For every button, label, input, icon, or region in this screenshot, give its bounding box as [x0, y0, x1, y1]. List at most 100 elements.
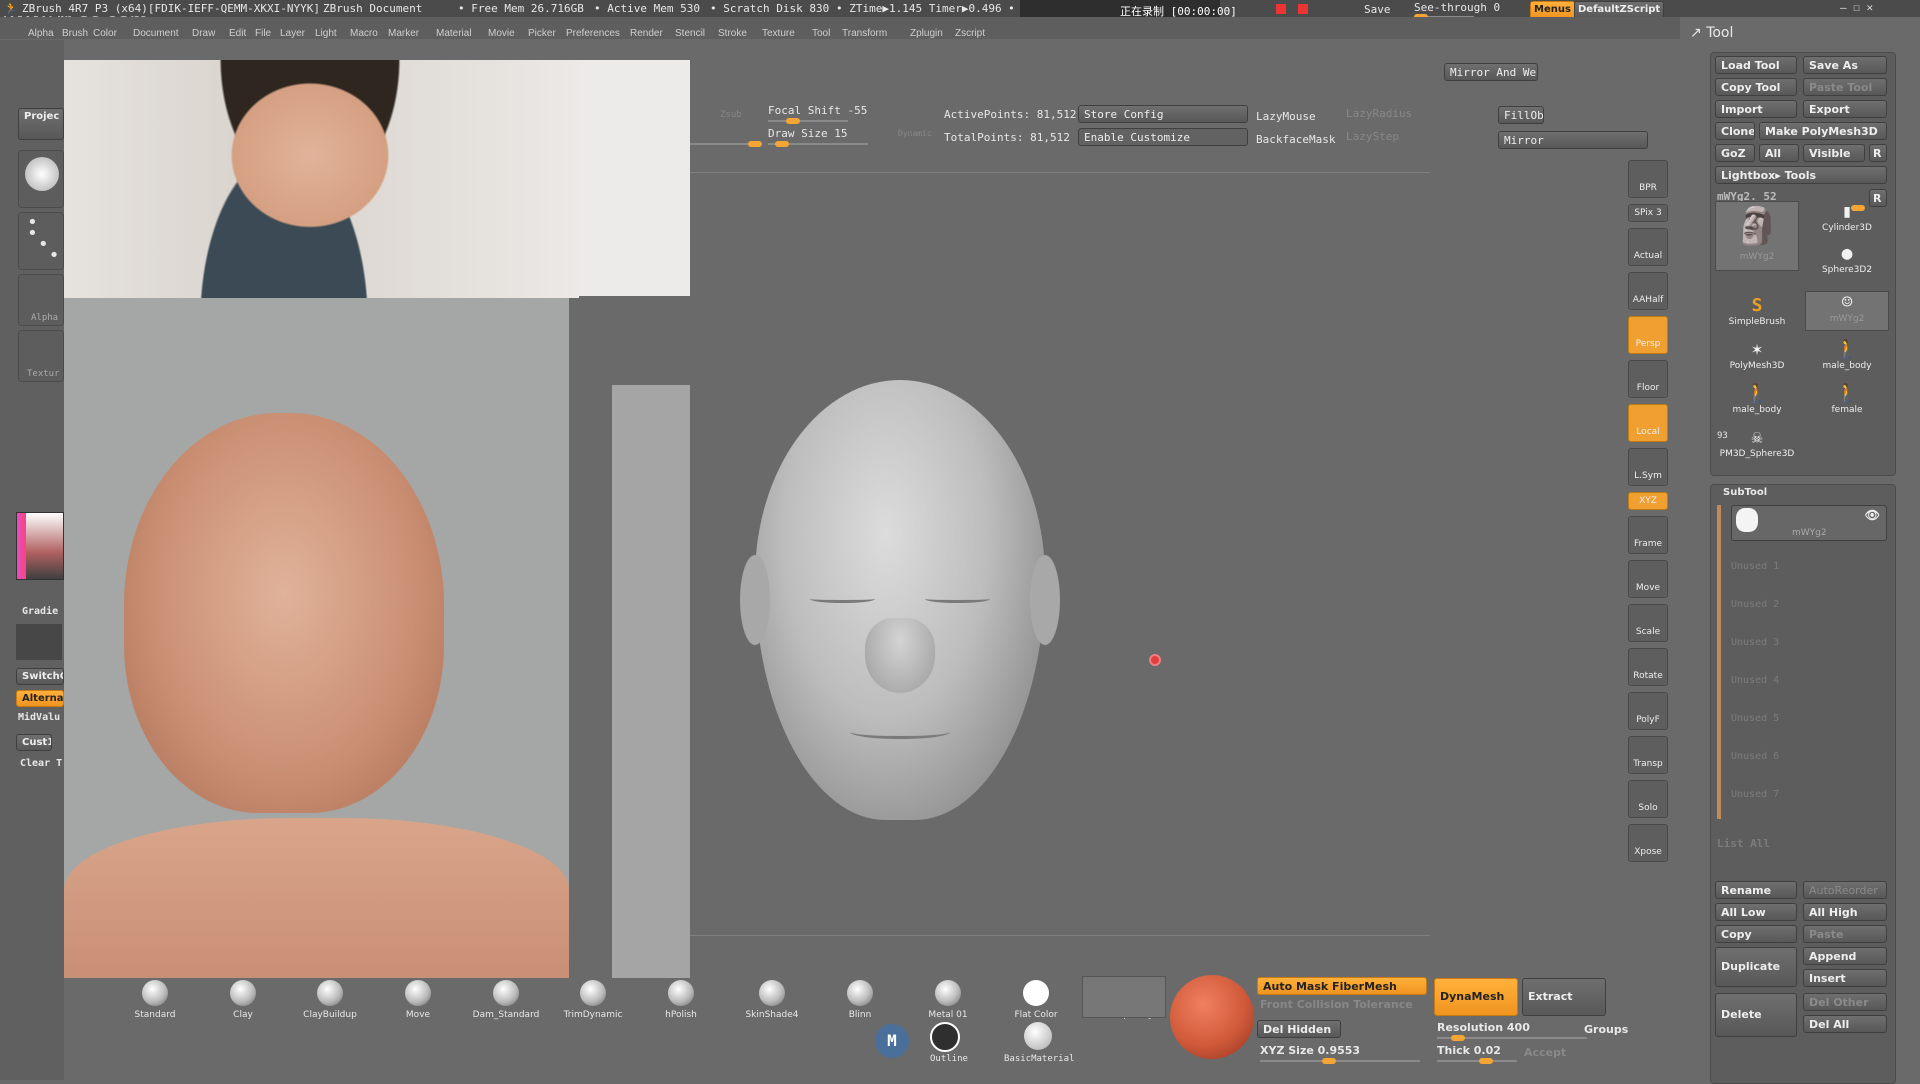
- auto-mask-fibermesh-button[interactable]: Auto Mask FiberMesh: [1257, 977, 1427, 995]
- tool-thumb-female[interactable]: 🚶 female: [1805, 383, 1889, 423]
- load-tool-button[interactable]: Load Tool: [1715, 56, 1797, 74]
- material-metal-01[interactable]: Metal 01: [908, 980, 988, 1020]
- see-through-slider[interactable]: See-through 0: [1414, 1, 1500, 14]
- outline-color-swatch[interactable]: [930, 1022, 960, 1052]
- xyz-size-knob[interactable]: [1322, 1058, 1336, 1064]
- projection-master-button[interactable]: Projec Maste: [18, 108, 64, 140]
- shelf-floor[interactable]: Floor: [1628, 360, 1668, 398]
- switch-color-button[interactable]: SwitchC: [16, 668, 64, 685]
- del-all-button[interactable]: Del All: [1803, 1015, 1887, 1033]
- auto-reorder-button[interactable]: AutoReorder: [1803, 881, 1887, 899]
- shelf-solo[interactable]: Solo: [1628, 780, 1668, 818]
- sculpt-head-model[interactable]: [740, 380, 1060, 840]
- shelf-scale[interactable]: Scale: [1628, 604, 1668, 642]
- focal-shift-knob[interactable]: [786, 118, 800, 124]
- fill-object-button[interactable]: FillObject: [1498, 106, 1544, 124]
- paste-tool-button[interactable]: Paste Tool: [1803, 78, 1887, 96]
- menu-edit[interactable]: Edit: [229, 28, 246, 39]
- menu-alpha[interactable]: Alpha: [28, 28, 54, 39]
- menu-tool[interactable]: Tool: [812, 28, 830, 39]
- del-other-button[interactable]: Del Other: [1803, 993, 1887, 1011]
- shelf-xyz[interactable]: XYZ: [1628, 492, 1668, 510]
- goz-button[interactable]: GoZ: [1715, 144, 1755, 162]
- duplicate-button[interactable]: Duplicate: [1715, 947, 1797, 987]
- menu-stencil[interactable]: Stencil: [675, 28, 705, 39]
- clone-button[interactable]: Clone: [1715, 122, 1755, 140]
- shelf-move[interactable]: Move: [1628, 560, 1668, 598]
- menu-color[interactable]: Color: [93, 28, 117, 39]
- color-picker[interactable]: [16, 512, 64, 580]
- subtool-slot[interactable]: Unused 5: [1731, 713, 1779, 724]
- menu-render[interactable]: Render: [630, 28, 663, 39]
- accept-button[interactable]: Accept: [1524, 1046, 1566, 1059]
- lightbox-tools-button[interactable]: Lightbox▸ Tools: [1715, 166, 1887, 184]
- menu-brush[interactable]: Brush: [62, 28, 88, 39]
- subtool-item-active[interactable]: 👁 mWYg2: [1731, 505, 1887, 541]
- secondary-color-swatch[interactable]: [16, 624, 62, 660]
- menu-transform[interactable]: Transform: [842, 28, 887, 39]
- alternate-button[interactable]: Alterna: [16, 690, 64, 707]
- cust1-button[interactable]: Cust1: [16, 734, 52, 751]
- brush-claybuildup[interactable]: ClayBuildup: [290, 980, 370, 1020]
- goz-r-button[interactable]: R: [1869, 144, 1887, 162]
- focal-shift-slider[interactable]: Focal Shift -55: [768, 104, 867, 117]
- subtool-slot[interactable]: Unused 3: [1731, 637, 1779, 648]
- thick-slider[interactable]: Thick 0.02: [1437, 1044, 1501, 1057]
- export-button[interactable]: Export: [1803, 100, 1887, 118]
- shelf-polyf[interactable]: PolyF: [1628, 692, 1668, 730]
- insert-button[interactable]: Insert: [1803, 969, 1887, 987]
- brush-dam_standard[interactable]: Dam_Standard: [466, 980, 546, 1020]
- midvalue-slider[interactable]: MidValu: [18, 712, 60, 723]
- draw-size-slider[interactable]: Draw Size 15: [768, 127, 847, 140]
- basic-material-icon[interactable]: [1024, 1022, 1052, 1050]
- subtool-slot[interactable]: Unused 6: [1731, 751, 1779, 762]
- del-hidden-button[interactable]: Del Hidden: [1257, 1020, 1341, 1038]
- menu-file[interactable]: File: [255, 28, 271, 39]
- rename-button[interactable]: Rename: [1715, 881, 1797, 899]
- menu-stroke[interactable]: Stroke: [718, 28, 747, 39]
- brush-hpolish[interactable]: hPolish: [641, 980, 721, 1020]
- copy-subtool-button[interactable]: Copy: [1715, 925, 1797, 943]
- menu-document[interactable]: Document: [133, 28, 179, 39]
- brush-selector[interactable]: [18, 150, 64, 208]
- tool-thumb-male_body[interactable]: 🚶 male_body: [1805, 339, 1889, 379]
- goz-all-button[interactable]: All: [1759, 144, 1799, 162]
- shelf-xpose[interactable]: Xpose: [1628, 824, 1668, 862]
- visibility-eye-icon[interactable]: 👁: [1865, 508, 1880, 522]
- tool-thumb-simplebrush[interactable]: S SimpleBrush: [1715, 295, 1799, 335]
- main-color-sphere[interactable]: [1170, 975, 1254, 1059]
- menu-marker[interactable]: Marker: [388, 28, 419, 39]
- append-button[interactable]: Append: [1803, 947, 1887, 965]
- tool-thumb-mwyg2[interactable]: 🗿 mWYg2: [1715, 201, 1799, 271]
- resolution-slider[interactable]: Resolution 400: [1437, 1021, 1530, 1034]
- menu-layer[interactable]: Layer: [280, 28, 305, 39]
- mirror-and-weld-button[interactable]: Mirror And Weld: [1444, 63, 1538, 81]
- dynamic-button[interactable]: Dynamic: [898, 129, 932, 138]
- material-flat-color[interactable]: Flat Color: [996, 980, 1076, 1020]
- import-button[interactable]: Import: [1715, 100, 1797, 118]
- copy-tool-button[interactable]: Copy Tool: [1715, 78, 1797, 96]
- stop-record-icon[interactable]: [1276, 4, 1286, 14]
- shelf-rotate[interactable]: Rotate: [1628, 648, 1668, 686]
- list-all-button[interactable]: List All: [1717, 837, 1770, 850]
- subtool-scrollbar[interactable]: [1717, 505, 1721, 819]
- lazy-radius-slider[interactable]: LazyRadius: [1346, 107, 1412, 120]
- shelf-bpr[interactable]: BPR: [1628, 160, 1668, 198]
- menu-material[interactable]: Material: [436, 28, 472, 39]
- menu-zscript[interactable]: Zscript: [955, 28, 985, 39]
- shelf-l-sym[interactable]: L.Sym: [1628, 448, 1668, 486]
- material-skinshade4[interactable]: SkinShade4: [732, 980, 812, 1020]
- brush-standard[interactable]: Standard: [115, 980, 195, 1020]
- menu-preferences[interactable]: Preferences: [566, 28, 620, 39]
- dynamesh-button[interactable]: DynaMesh: [1434, 978, 1518, 1016]
- save-as-button[interactable]: Save As: [1803, 56, 1887, 74]
- menu-zplugin[interactable]: Zplugin: [910, 28, 943, 39]
- store-config-button[interactable]: Store Config: [1078, 105, 1248, 123]
- lazy-step-slider[interactable]: LazyStep: [1346, 130, 1399, 143]
- menu-texture[interactable]: Texture: [762, 28, 795, 39]
- front-collision-slider[interactable]: Front Collision Tolerance: [1260, 998, 1413, 1011]
- shelf-actual[interactable]: Actual: [1628, 228, 1668, 266]
- enable-customize-button[interactable]: Enable Customize: [1078, 128, 1248, 146]
- delete-button[interactable]: Delete: [1715, 993, 1797, 1037]
- clear-texture-button[interactable]: Clear T: [20, 758, 62, 769]
